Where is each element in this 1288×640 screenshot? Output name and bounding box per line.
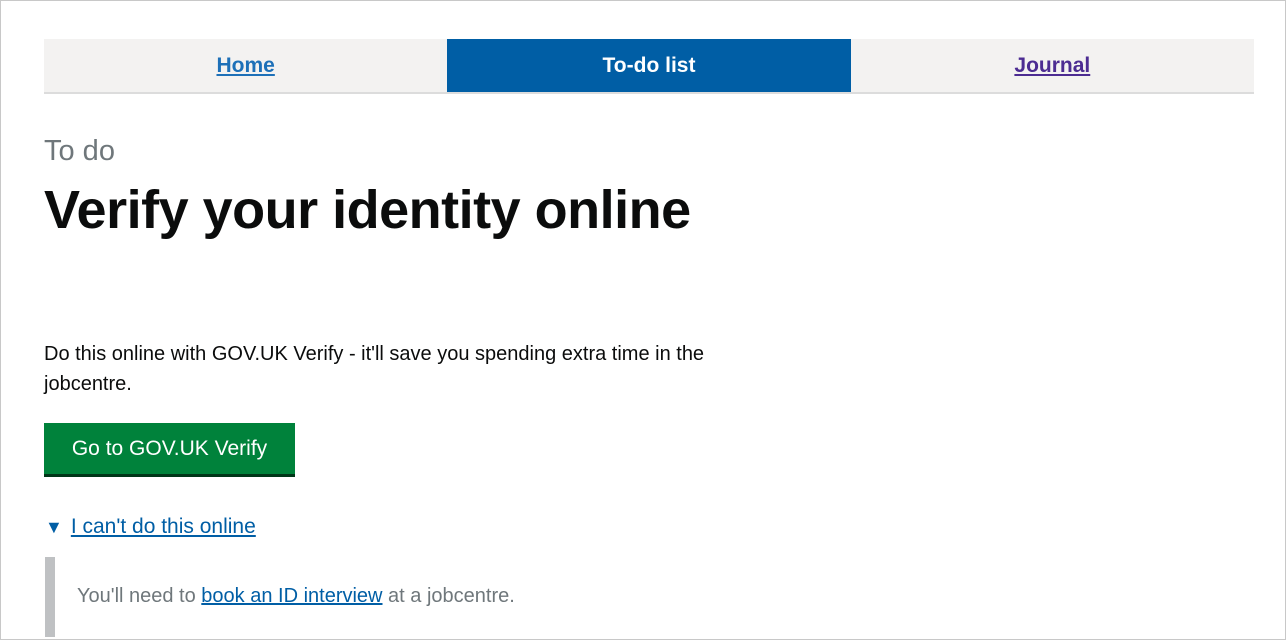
nav-todo-list-tab[interactable]: To-do list: [447, 39, 851, 92]
go-to-verify-button[interactable]: Go to GOV.UK Verify: [44, 423, 295, 474]
nav-home-link[interactable]: Home: [44, 39, 447, 92]
details-summary-label: I can't do this online: [70, 515, 256, 538]
primary-navigation: Home To-do list Journal: [44, 39, 1254, 94]
page-caption: To do: [44, 135, 115, 167]
page-frame: Home To-do list Journal To do Verify you…: [0, 0, 1286, 640]
nav-journal-link[interactable]: Journal: [851, 39, 1254, 92]
page-title: Verify your identity online: [44, 180, 691, 240]
details-text-before: You'll need to: [77, 585, 202, 607]
triangle-down-icon: ▼: [45, 516, 63, 537]
book-id-interview-link[interactable]: book an ID interview: [201, 585, 382, 607]
intro-text: Do this online with GOV.UK Verify - it'l…: [44, 343, 705, 395]
details-panel: You'll need to book an ID interview at a…: [45, 557, 745, 637]
details-summary-toggle[interactable]: ▼ I can't do this online: [45, 515, 256, 539]
details-text-after: at a jobcentre.: [382, 585, 515, 607]
